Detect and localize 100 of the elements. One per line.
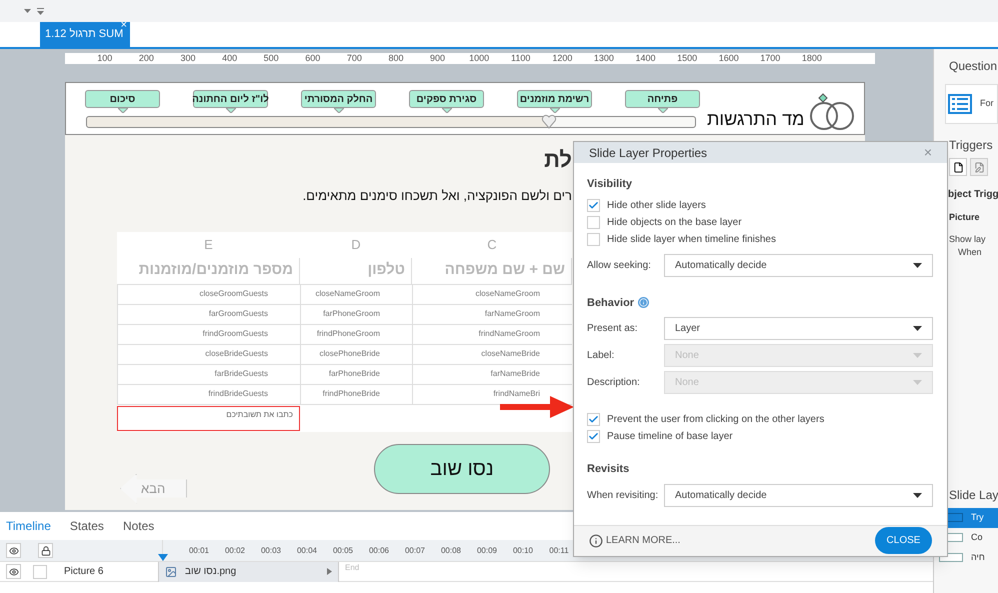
time-label: 00:08: [440, 544, 462, 556]
eye-toggle[interactable]: [6, 543, 21, 558]
section-heading: Revisits: [587, 462, 630, 477]
end-label: End: [345, 562, 360, 574]
checkbox-label: Hide slide layer when timeline finishes: [607, 232, 776, 246]
table-cell: closePhoneBride: [300, 344, 412, 364]
column-letter: D: [351, 236, 361, 254]
time-label: 00:07: [404, 544, 426, 556]
time-label: 00:05: [332, 544, 354, 556]
caret-icon: [913, 353, 922, 358]
customize-icon[interactable]: [37, 8, 44, 14]
eye-icon: [8, 566, 18, 576]
trigger-object: Picture: [949, 211, 981, 224]
form-card[interactable]: For: [945, 84, 998, 124]
field-label: Present as:: [587, 322, 639, 336]
table-header: מספר מוזמנים/מוזמנות: [117, 258, 300, 284]
slide-title: מד התרגשות: [707, 108, 804, 131]
ruler-label: 200: [138, 54, 155, 63]
table-cell: frindNameGroom: [412, 324, 572, 344]
column-letter: E: [204, 236, 213, 254]
checkbox[interactable]: [587, 198, 600, 212]
field-label: Label:: [587, 349, 616, 363]
lock-checkbox[interactable]: [33, 564, 47, 578]
pointer-icon: [550, 108, 560, 113]
try-again-button[interactable]: נסו שוב: [374, 444, 550, 494]
table-cell: frindGroomGuests: [117, 324, 300, 344]
layer-name: Picture 6: [64, 565, 104, 579]
table-cell: farNameBride: [412, 364, 572, 384]
heart-icon[interactable]: [541, 113, 558, 129]
checkbox[interactable]: [587, 413, 600, 426]
table-cell: closeBrideGuests: [117, 344, 300, 364]
dialog-title: Slide Layer Properties: [589, 144, 708, 162]
table-cell: farPhoneGroom: [300, 304, 412, 324]
checkbox-label: Prevent the user from clicking on the other layers: [607, 413, 824, 427]
time-label: 00:01: [188, 544, 210, 556]
lock-icon: [40, 546, 50, 556]
ruler-label: 1700: [759, 54, 782, 63]
table-cell: frindPhoneGroom: [300, 324, 412, 344]
trigger-text: Show lay: [949, 232, 987, 246]
document-tab[interactable]: 1.12 תרגול SUM ×: [40, 22, 130, 47]
field-label: Description:: [587, 376, 641, 390]
table-cell: frindBrideGuests: [117, 384, 300, 404]
ruler-label: 500: [262, 54, 280, 63]
checkbox[interactable]: [587, 216, 600, 228]
table-cell: closeGroomGuests: [117, 284, 300, 304]
table-cell: farNameGroom: [412, 304, 572, 324]
pointer-icon: [658, 108, 668, 113]
panel-heading: Question: [949, 58, 998, 75]
info-icon[interactable]: [638, 297, 650, 308]
table-cell: farGroomGuests: [117, 304, 300, 324]
checkbox[interactable]: [587, 232, 600, 246]
answer-field[interactable]: כתבו את תשובתיכם: [117, 406, 300, 430]
dropdown[interactable]: Layer: [664, 317, 933, 340]
table-cell: frindPhoneBride: [300, 384, 412, 404]
ruler-label: 1300: [592, 54, 615, 63]
eye-toggle[interactable]: [6, 564, 21, 579]
table-header: שם + שם משפחה: [412, 258, 572, 284]
dropdown[interactable]: Automatically decide: [664, 484, 933, 506]
ruler-label: 800: [387, 54, 404, 63]
panel-tab[interactable]: Timeline: [6, 517, 51, 535]
list-icon: [948, 94, 972, 114]
timeline-clip[interactable]: נסו שוב.png: [158, 562, 339, 582]
learn-more-link[interactable]: LEARN MORE...: [589, 533, 680, 548]
ruler-label: 300: [179, 54, 196, 63]
section-heading: Behavior: [587, 296, 634, 310]
ruler-label: 100: [96, 54, 114, 63]
pointer-icon: [226, 108, 236, 113]
exercise-title: לת: [544, 149, 572, 171]
expand-icon[interactable]: [327, 568, 332, 575]
panel-heading: Slide Lay: [949, 486, 998, 504]
ruler-label: 700: [346, 54, 363, 63]
field-label: Allow seeking:: [587, 258, 652, 272]
ruler-label: 900: [429, 54, 446, 63]
time-label: 00:10: [512, 544, 534, 556]
checkbox-label: Pause timeline of base layer: [607, 430, 733, 444]
ruler-label: 600: [304, 54, 322, 63]
ruler-label: 1500: [676, 54, 698, 63]
pointer-icon: [442, 108, 452, 113]
dropdown[interactable]: Automatically decide: [664, 254, 933, 276]
table-cell: closeNameGroom: [412, 284, 572, 304]
panel-tab[interactable]: Notes: [122, 517, 154, 535]
table-cell: farBrideGuests: [117, 364, 300, 384]
trigger-text: When: [958, 246, 983, 259]
close-button[interactable]: CLOSE: [875, 527, 932, 554]
panel-tab[interactable]: States: [70, 517, 104, 535]
caret-icon: [913, 492, 922, 498]
pointer-icon: [334, 108, 344, 113]
checkbox[interactable]: [587, 430, 600, 443]
ruler-label: 1200: [551, 54, 574, 63]
caret-icon[interactable]: [24, 9, 31, 13]
lock-toggle[interactable]: [38, 543, 53, 558]
info-glyph-icon: [639, 298, 648, 308]
pointer-icon: [118, 108, 128, 113]
arrow-icon: [500, 396, 574, 418]
table-cell: farPhoneBride: [300, 364, 412, 384]
new-trigger-button[interactable]: [949, 158, 967, 176]
time-label: 00:02: [224, 544, 246, 556]
ruler-label: 1600: [718, 54, 740, 63]
caret-icon: [913, 262, 922, 268]
table-header: טלפון: [300, 258, 412, 284]
